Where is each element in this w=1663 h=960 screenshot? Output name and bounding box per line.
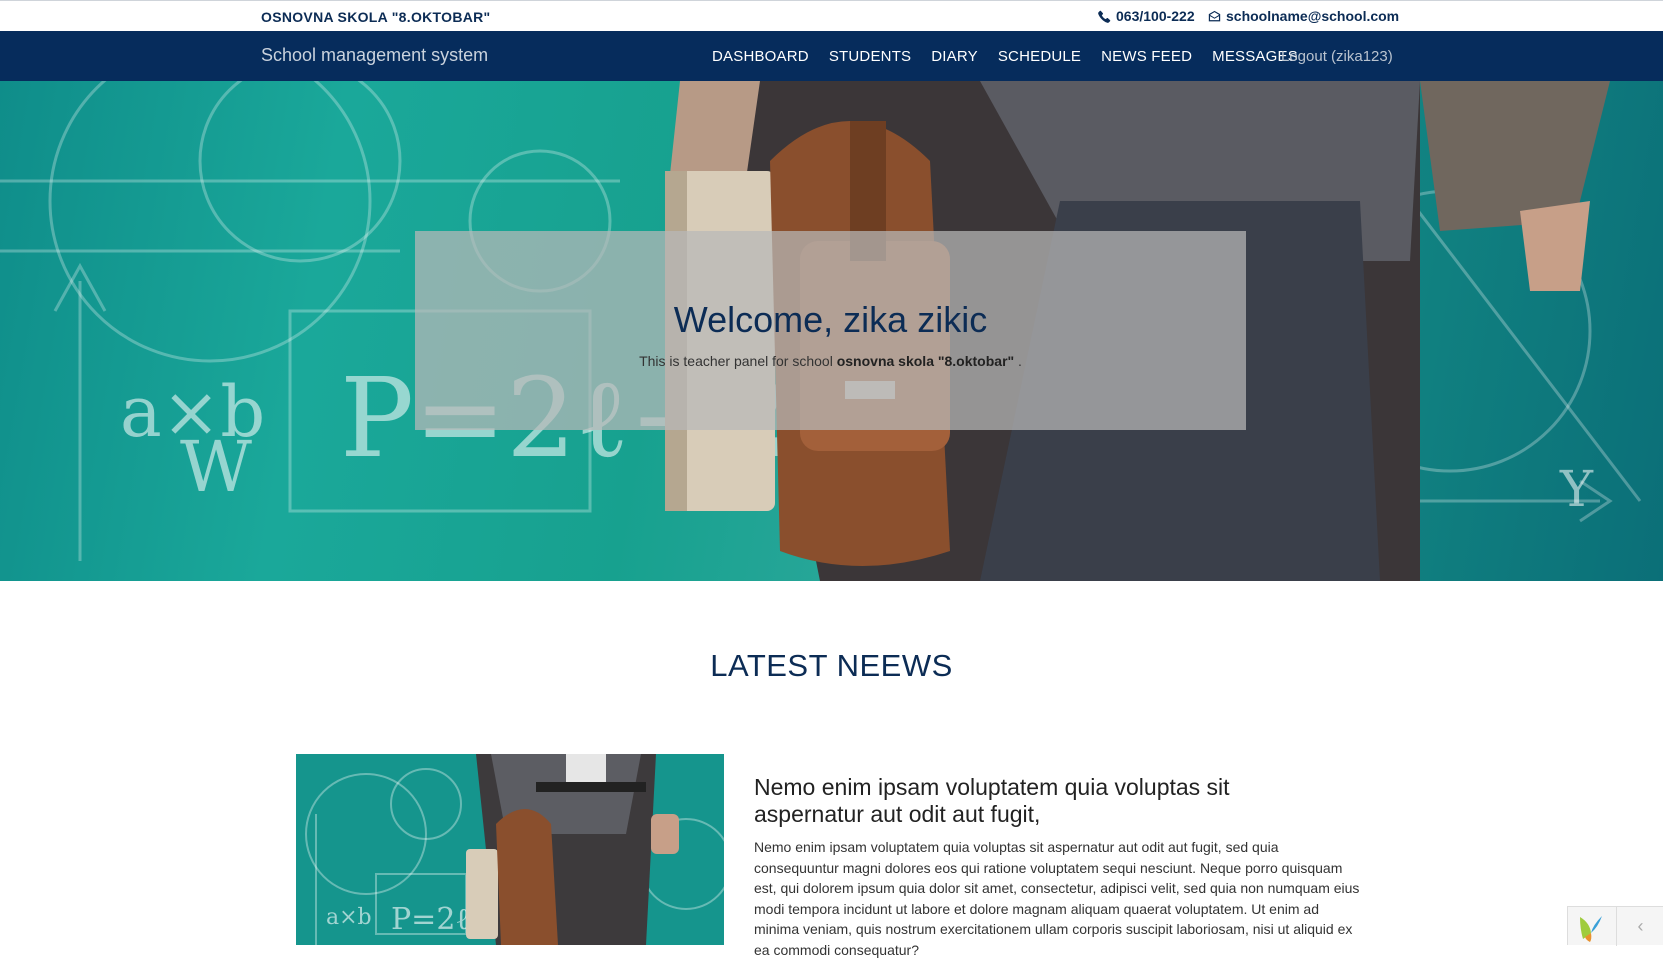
- welcome-panel: Welcome, zika zikic This is teacher pane…: [415, 231, 1246, 430]
- svg-text:W: W: [180, 426, 252, 508]
- news-item-body: Nemo enim ipsam voluptatem quia voluptas…: [754, 839, 1360, 958]
- debug-toolbar[interactable]: ‹: [1567, 906, 1663, 946]
- envelope-icon: [1208, 10, 1221, 21]
- chevron-left-icon[interactable]: ‹: [1616, 907, 1663, 946]
- hero-banner: P=2ℓ+2w a×b W Y Welcome, zika zikic This…: [0, 81, 1663, 581]
- welcome-subtitle: This is teacher panel for school osnovna…: [415, 353, 1246, 369]
- nav-item-news-feed[interactable]: NEWS FEED: [1101, 48, 1192, 65]
- yii-logo-icon[interactable]: [1576, 913, 1606, 943]
- nav-item-diary[interactable]: DIARY: [931, 48, 978, 65]
- top-info-bar: OSNOVNA SKOLA "8.OKTOBAR" 063/100-222 sc…: [0, 0, 1663, 31]
- news-item-image[interactable]: P=2ℓ+2 a×b: [296, 754, 724, 945]
- news-thumbnail-graphic: P=2ℓ+2 a×b: [296, 754, 724, 945]
- svg-text:Y: Y: [1559, 460, 1594, 518]
- svg-text:a×b: a×b: [326, 905, 372, 930]
- phone-number: 063/100-222: [1116, 8, 1195, 24]
- welcome-school-name: osnovna skola "8.oktobar": [836, 353, 1015, 369]
- phone-icon: [1098, 10, 1111, 23]
- email-contact[interactable]: schoolname@school.com: [1208, 8, 1399, 24]
- nav-menu: DASHBOARD STUDENTS DIARY SCHEDULE NEWS F…: [712, 48, 1318, 65]
- brand-link[interactable]: School management system: [261, 45, 488, 66]
- news-item-title[interactable]: Nemo enim ipsam voluptatem quia voluptas…: [754, 774, 1314, 828]
- latest-news-heading: LATEST NEEWS: [710, 648, 953, 683]
- main-navbar: School management system DASHBOARD STUDE…: [0, 31, 1663, 81]
- logout-link[interactable]: Logout (zika123): [1281, 48, 1393, 65]
- welcome-subtitle-suffix: .: [1014, 353, 1022, 369]
- welcome-title: Welcome, zika zikic: [673, 299, 988, 340]
- phone-contact[interactable]: 063/100-222: [1098, 8, 1195, 24]
- welcome-subtitle-prefix: This is teacher panel for school: [639, 353, 837, 369]
- nav-item-students[interactable]: STUDENTS: [829, 48, 911, 65]
- nav-item-schedule[interactable]: SCHEDULE: [998, 48, 1081, 65]
- school-name: OSNOVNA SKOLA "8.OKTOBAR": [261, 9, 491, 25]
- nav-item-dashboard[interactable]: DASHBOARD: [712, 48, 809, 65]
- email-address: schoolname@school.com: [1226, 8, 1400, 24]
